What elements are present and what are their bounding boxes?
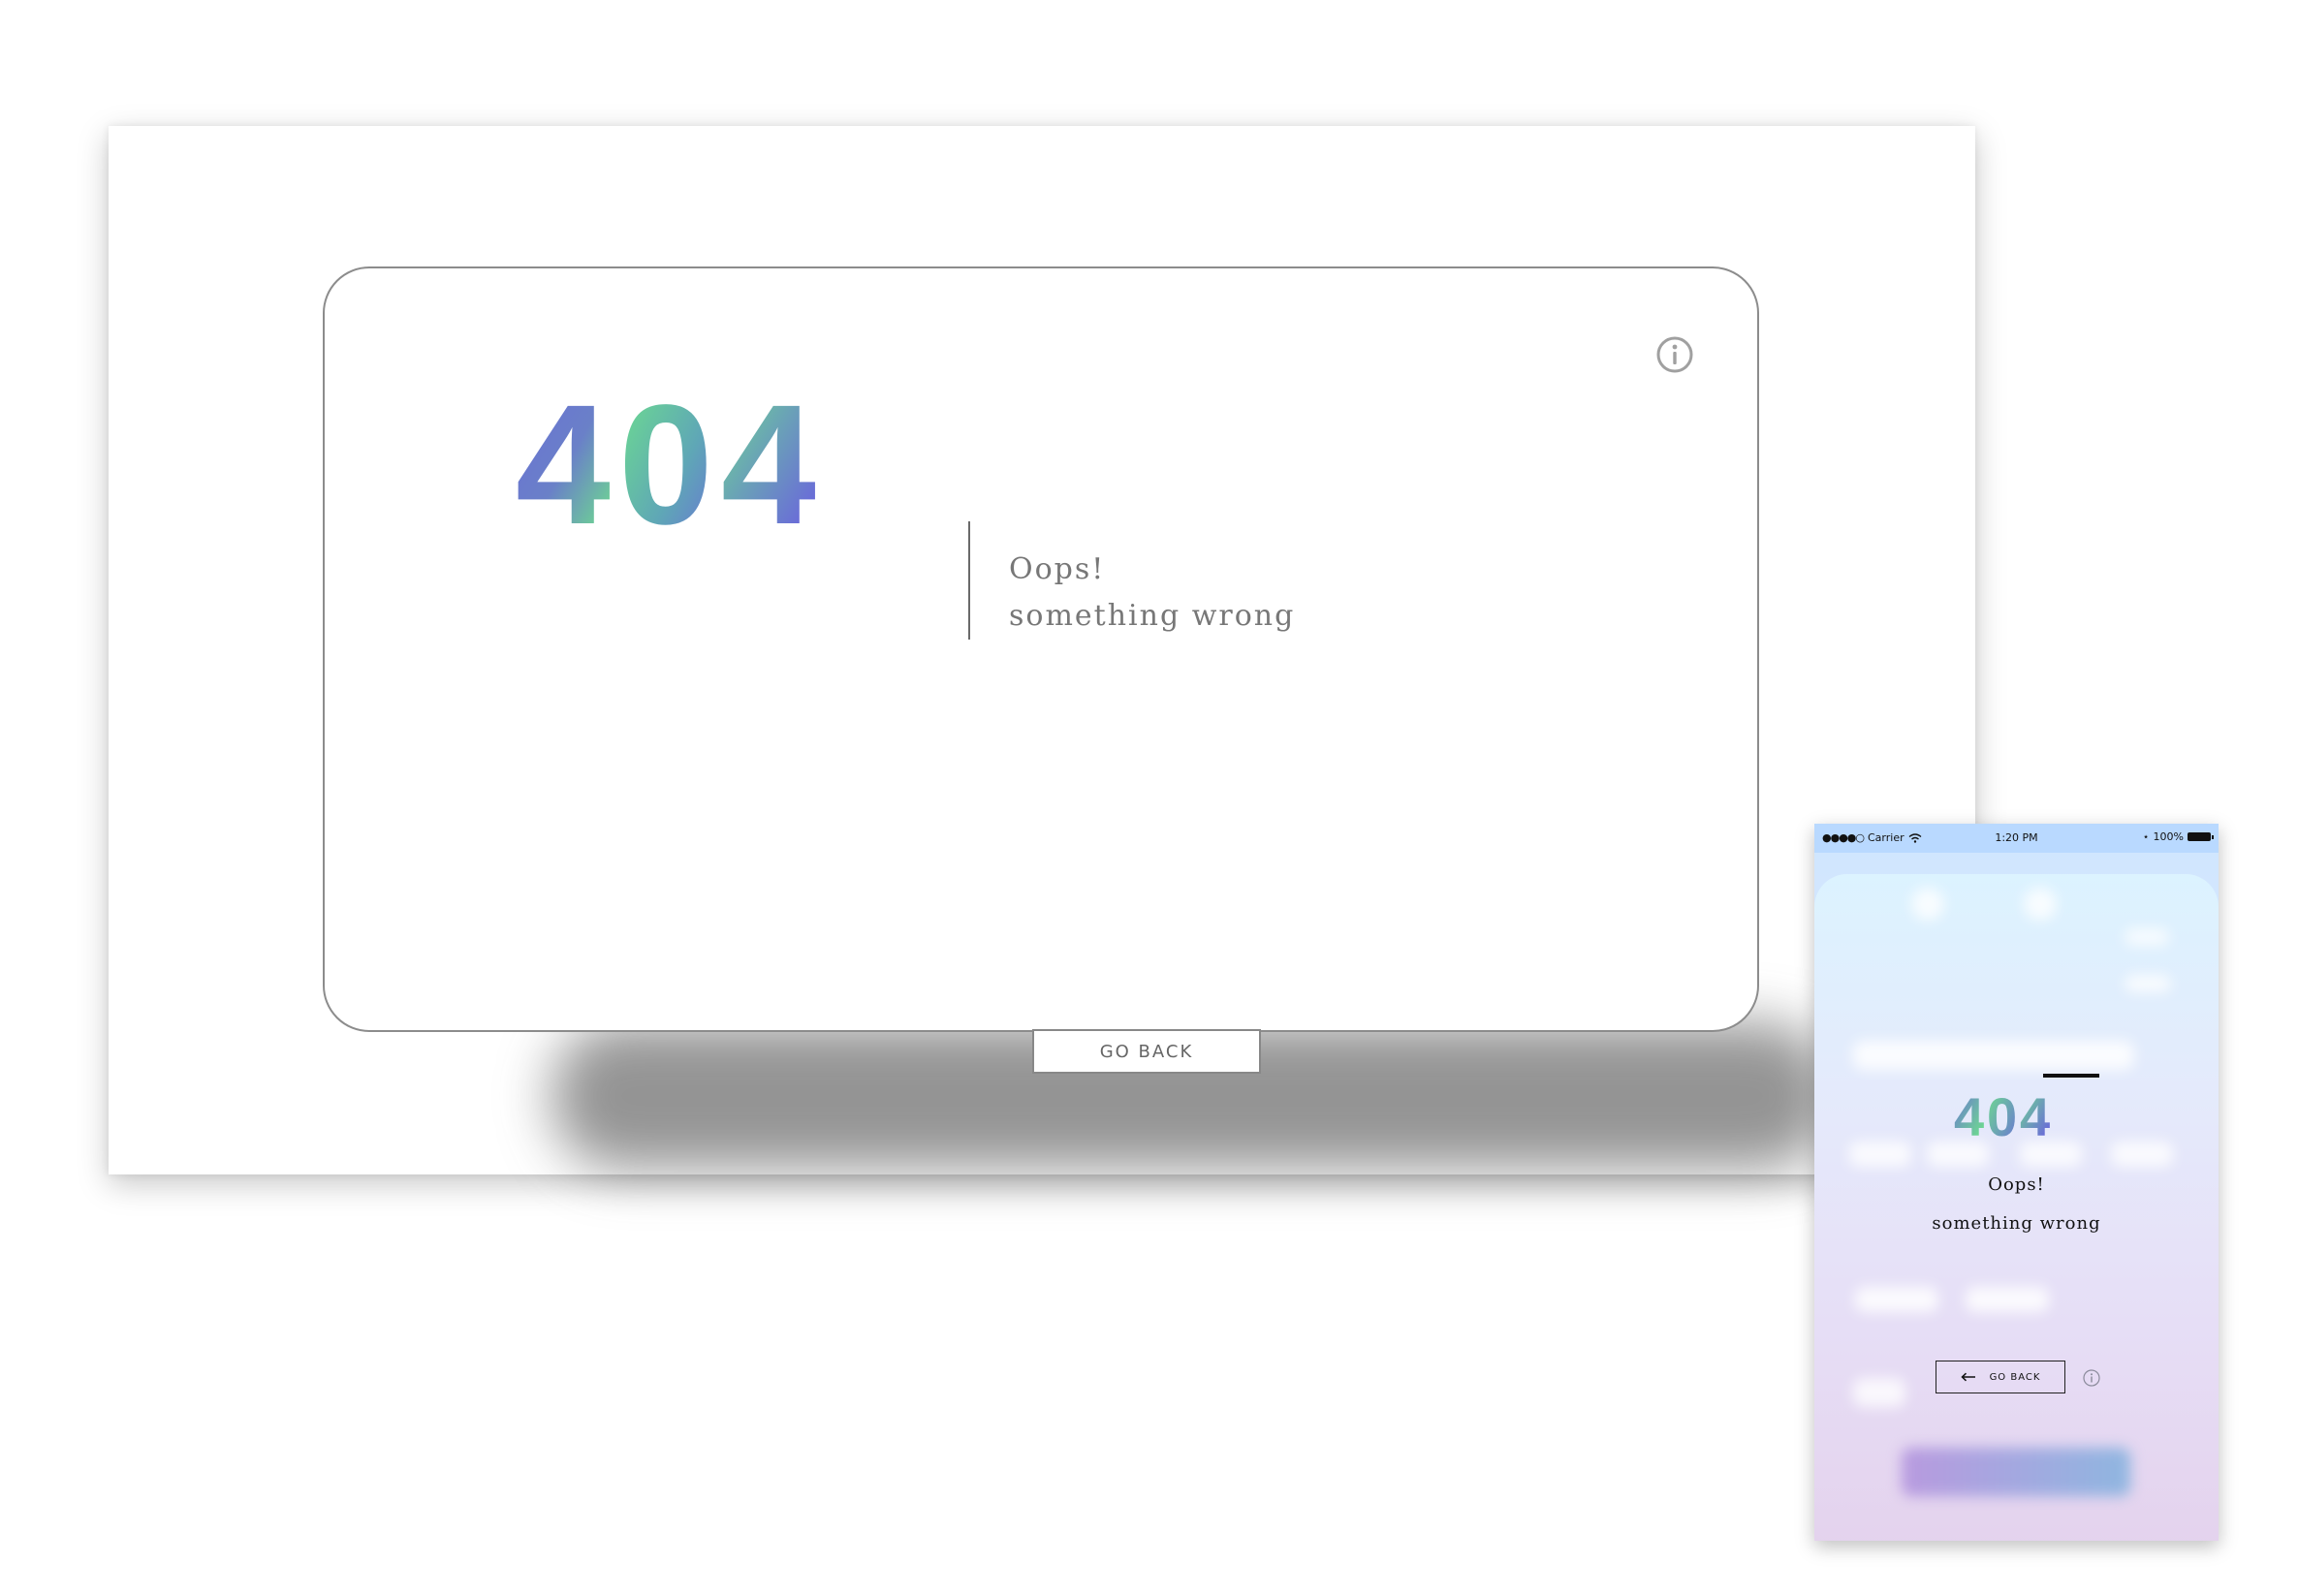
go-back-button[interactable]: GO BACK <box>1032 1029 1261 1074</box>
mobile-mockup: ●●●●○ Carrier 1:20 PM ⋆ 100% 4 0 4 Oops!… <box>1814 824 2219 1541</box>
blurred-element <box>1849 1142 1911 1167</box>
blurred-background-sheet <box>1814 874 2219 1541</box>
status-bar: ●●●●○ Carrier 1:20 PM ⋆ 100% <box>1814 824 2219 853</box>
bluetooth-icon: ⋆ <box>2142 830 2150 843</box>
blurred-element <box>1855 1287 1938 1312</box>
blurred-element <box>2125 928 2169 946</box>
battery-indicator: ⋆ 100% <box>2142 830 2214 843</box>
underline-mark <box>2043 1074 2099 1078</box>
error-code-digit: 0 <box>618 380 713 545</box>
error-code-digit: 4 <box>1954 1087 1984 1145</box>
mobile-error-code-404: 404 <box>1954 1087 2050 1145</box>
mobile-error-headline: Oops! <box>1988 1174 2045 1195</box>
battery-percent: 100% <box>2153 830 2184 843</box>
blurred-element <box>2125 975 2171 992</box>
error-code-digit: 0 <box>1987 1087 2017 1145</box>
error-headline: Oops! <box>1009 552 1106 586</box>
error-code-digit: 4 <box>516 380 611 545</box>
design-canvas: 404 Oops! something wrong GO BACK ●●●●○ … <box>0 0 2298 1596</box>
blurred-element <box>1911 888 1944 921</box>
arrow-left-icon <box>1960 1372 1975 1382</box>
error-subline: something wrong <box>1009 599 1296 633</box>
mobile-go-back-label: GO BACK <box>1989 1371 2041 1383</box>
info-circle-icon[interactable] <box>1655 335 1694 374</box>
desktop-mockup: 404 Oops! something wrong GO BACK <box>109 126 1975 1174</box>
blurred-element <box>1966 1287 2049 1312</box>
battery-icon <box>2188 832 2214 841</box>
error-code-404: 404 <box>516 380 816 545</box>
vertical-divider <box>968 521 970 640</box>
blurred-element <box>1853 1378 1905 1407</box>
blurred-element <box>2024 888 2057 921</box>
mobile-go-back-button[interactable]: GO BACK <box>1936 1361 2065 1393</box>
blurred-element <box>1902 1448 2130 1496</box>
error-code-digit: 4 <box>721 380 816 545</box>
mobile-error-subline: something wrong <box>1932 1213 2101 1234</box>
blurred-element <box>1853 1041 2134 1070</box>
info-circle-icon[interactable] <box>2082 1368 2101 1388</box>
blurred-element <box>2111 1142 2173 1167</box>
error-code-digit: 4 <box>2020 1087 2050 1145</box>
